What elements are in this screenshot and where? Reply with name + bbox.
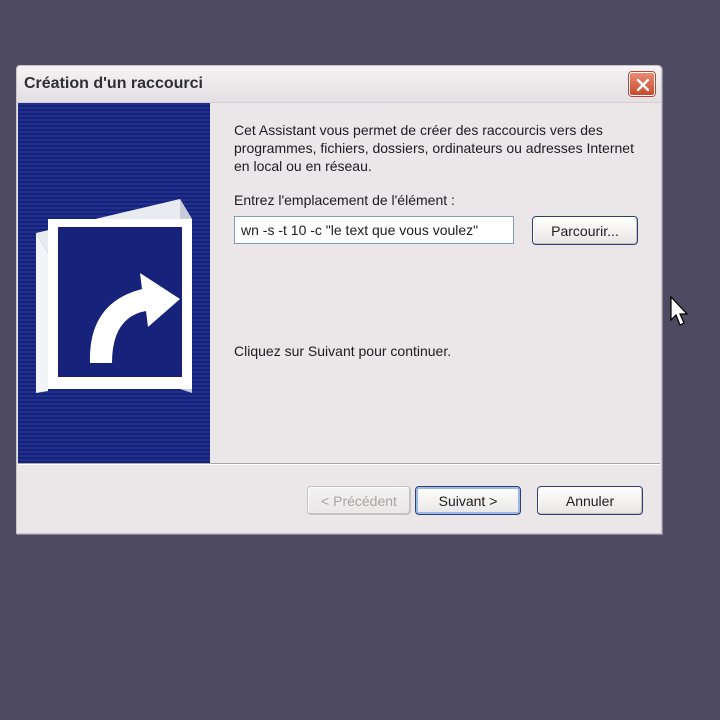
- hint-text: Cliquez sur Suivant pour continuer.: [234, 343, 452, 359]
- close-button[interactable]: [629, 72, 655, 96]
- back-button[interactable]: < Précédent: [307, 486, 411, 515]
- title-bar[interactable]: Création d'un raccourci: [17, 66, 661, 103]
- location-label: Entrez l'emplacement de l'élément :: [234, 192, 455, 208]
- cancel-button[interactable]: Annuler: [537, 486, 643, 515]
- browse-button[interactable]: Parcourir...: [532, 216, 638, 245]
- wizard-banner-image: [18, 103, 210, 463]
- close-icon: [636, 78, 650, 92]
- shortcut-arrow-icon: [36, 199, 192, 393]
- next-button[interactable]: Suivant >: [415, 486, 521, 515]
- dialog-title: Création d'un raccourci: [24, 75, 203, 92]
- location-input[interactable]: [234, 216, 514, 244]
- footer-separator: [18, 463, 660, 465]
- intro-text: Cet Assistant vous permet de créer des r…: [234, 122, 634, 174]
- mouse-pointer-icon: [670, 296, 689, 326]
- create-shortcut-dialog: Création d'un raccourci Cet Assistant vo…: [16, 65, 662, 534]
